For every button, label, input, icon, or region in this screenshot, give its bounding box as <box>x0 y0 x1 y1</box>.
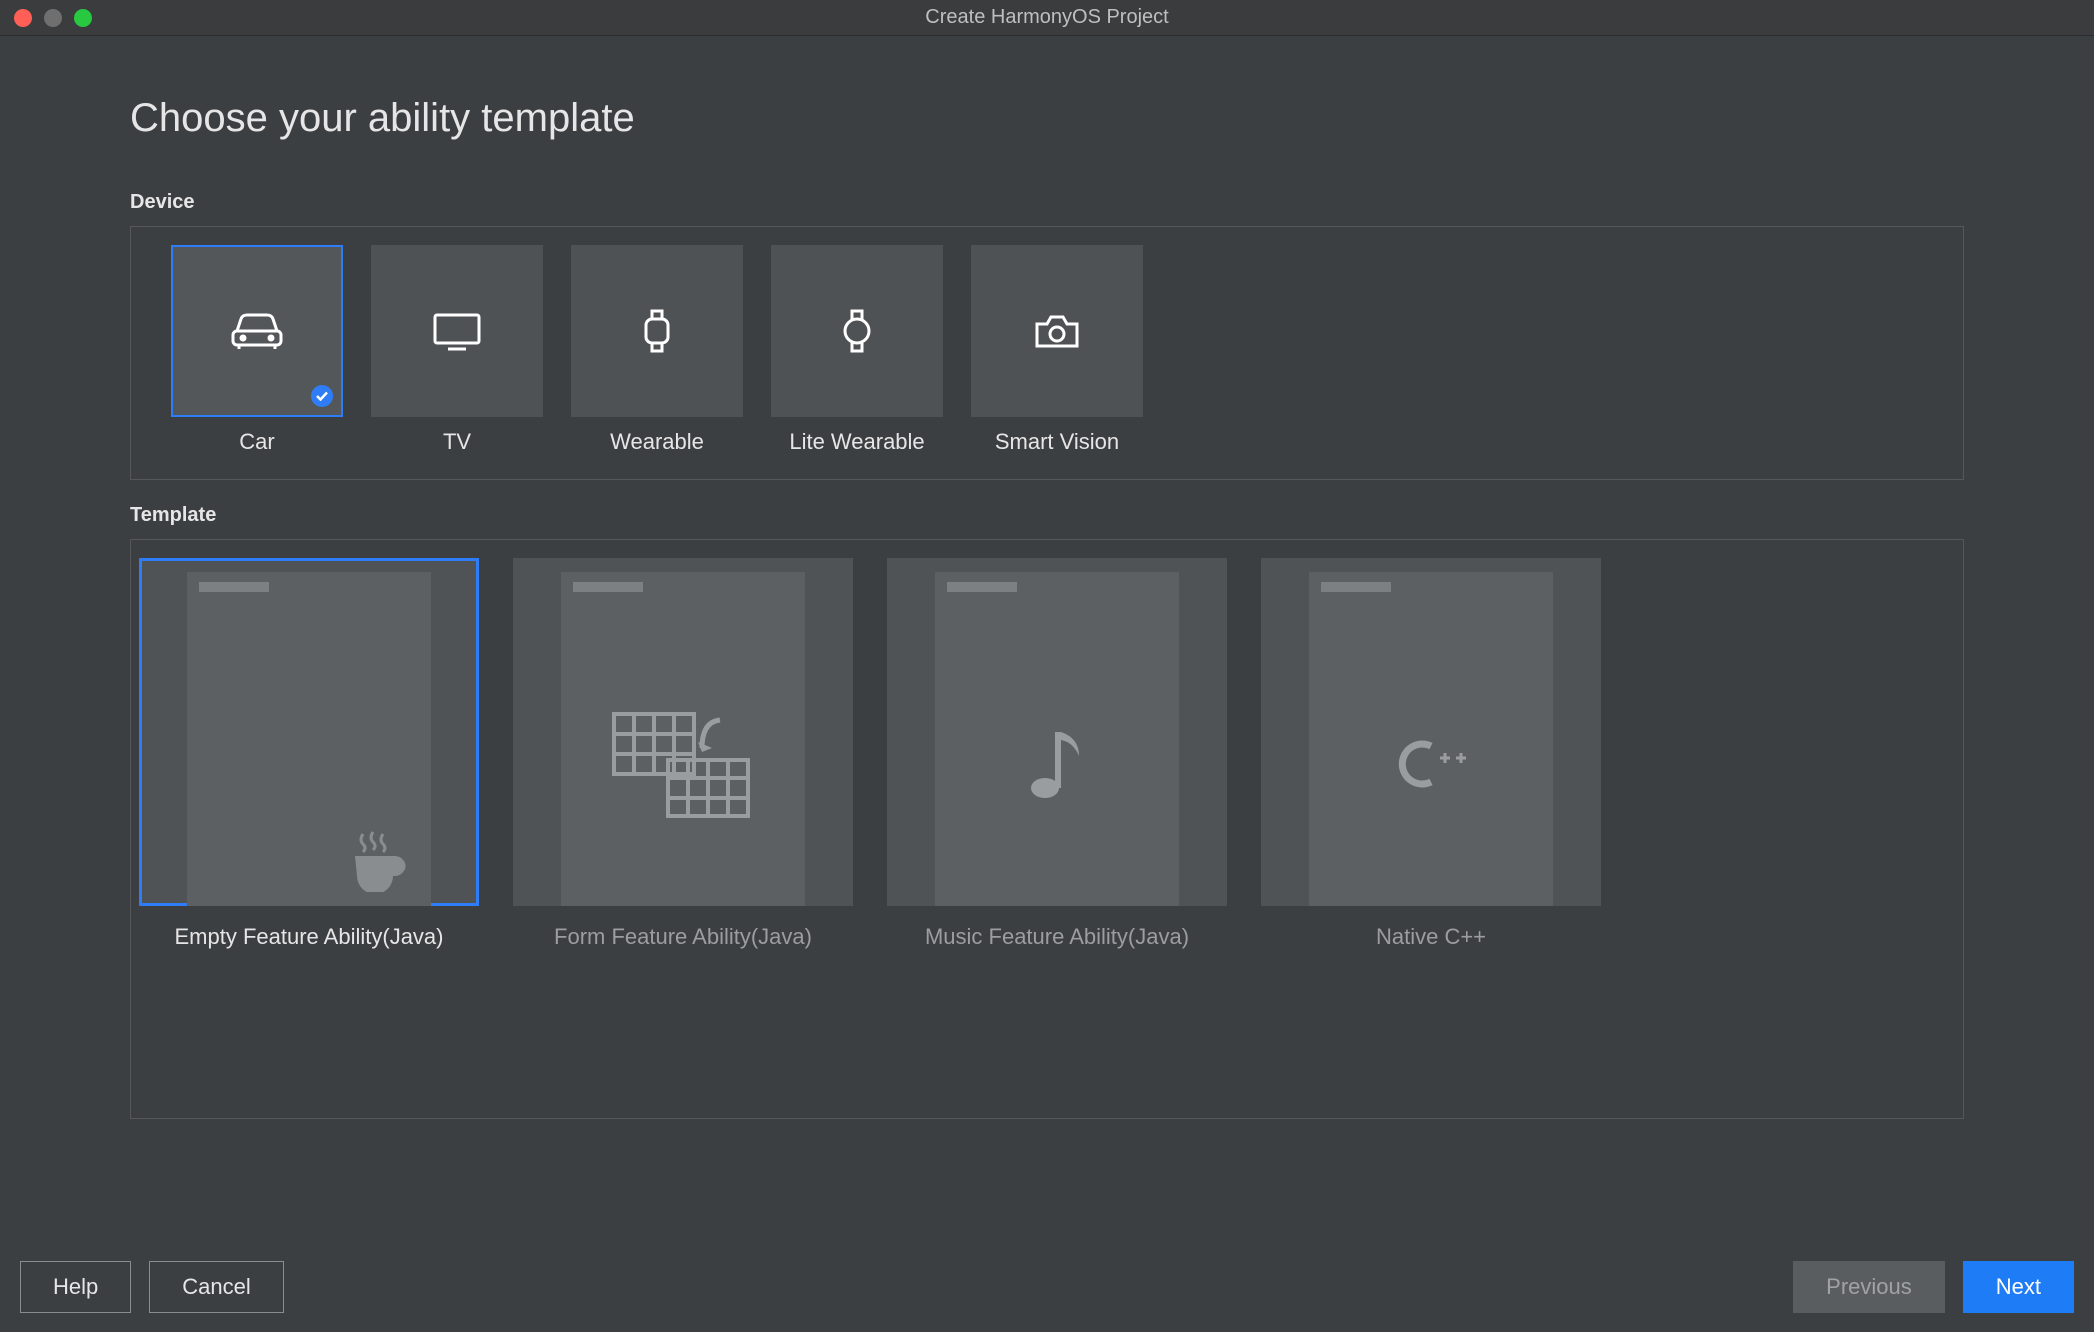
previous-button: Previous <box>1793 1261 1945 1313</box>
device-label-tv: TV <box>443 429 471 455</box>
device-item-smart-vision[interactable]: Smart Vision <box>971 245 1143 455</box>
template-thumbnail <box>561 572 805 906</box>
close-window-button[interactable] <box>14 9 32 27</box>
device-item-wearable[interactable]: Wearable <box>571 245 743 455</box>
lite-wearable-icon <box>840 307 874 355</box>
template-item-empty-feature-java[interactable]: Empty Feature Ability(Java) <box>139 558 479 950</box>
music-note-icon <box>935 622 1179 906</box>
thumbnail-topbar <box>1321 582 1391 592</box>
cancel-button[interactable]: Cancel <box>149 1261 283 1313</box>
device-row: Car TV <box>171 245 1923 455</box>
check-icon <box>311 385 333 407</box>
device-tile-tv <box>371 245 543 417</box>
thumbnail-topbar <box>947 582 1017 592</box>
device-label-lite-wearable: Lite Wearable <box>789 429 924 455</box>
template-label-cpp: Native C++ <box>1376 924 1486 950</box>
template-item-form-feature-java[interactable]: Form Feature Ability(Java) <box>513 558 853 950</box>
device-tile-car <box>171 245 343 417</box>
device-section-label: Device <box>130 191 1964 214</box>
tv-icon <box>432 311 482 351</box>
form-grid-icon <box>561 622 805 906</box>
template-section-label: Template <box>130 504 1964 527</box>
template-label-empty: Empty Feature Ability(Java) <box>175 924 444 950</box>
thumbnail-topbar <box>199 582 269 592</box>
maximize-window-button[interactable] <box>74 9 92 27</box>
minimize-window-button <box>44 9 62 27</box>
window-title: Create HarmonyOS Project <box>925 6 1168 29</box>
template-panel: Empty Feature Ability(Java) <box>130 539 1964 1119</box>
template-label-form: Form Feature Ability(Java) <box>554 924 812 950</box>
template-row: Empty Feature Ability(Java) <box>139 558 1955 950</box>
device-label-wearable: Wearable <box>610 429 704 455</box>
device-item-lite-wearable[interactable]: Lite Wearable <box>771 245 943 455</box>
template-thumbnail <box>935 572 1179 906</box>
template-thumbnail <box>1309 572 1553 906</box>
template-item-music-feature-java[interactable]: Music Feature Ability(Java) <box>887 558 1227 950</box>
device-item-tv[interactable]: TV <box>371 245 543 455</box>
dialog-content: Choose your ability template Device <box>0 36 2094 1242</box>
dialog-window: Create HarmonyOS Project Choose your abi… <box>0 0 2094 1332</box>
device-item-car[interactable]: Car <box>171 245 343 455</box>
car-icon <box>229 311 285 351</box>
device-panel: Car TV <box>130 226 1964 480</box>
device-tile-lite-wearable <box>771 245 943 417</box>
device-label-car: Car <box>239 429 274 455</box>
device-label-smart-vision: Smart Vision <box>995 429 1119 455</box>
template-tile-music <box>887 558 1227 906</box>
help-button[interactable]: Help <box>20 1261 131 1313</box>
template-tile-cpp <box>1261 558 1601 906</box>
template-thumbnail <box>187 572 431 906</box>
titlebar: Create HarmonyOS Project <box>0 0 2094 36</box>
dialog-footer: Help Cancel Previous Next <box>0 1242 2094 1332</box>
coffee-cup-icon <box>187 622 431 906</box>
template-item-native-cpp[interactable]: Native C++ <box>1261 558 1601 950</box>
camera-icon <box>1033 312 1081 350</box>
device-tile-smart-vision <box>971 245 1143 417</box>
template-tile-empty <box>139 558 479 906</box>
template-tile-form <box>513 558 853 906</box>
traffic-lights <box>14 9 92 27</box>
thumbnail-topbar <box>573 582 643 592</box>
wearable-icon <box>640 307 674 355</box>
device-tile-wearable <box>571 245 743 417</box>
template-label-music: Music Feature Ability(Java) <box>925 924 1189 950</box>
cpp-icon <box>1309 622 1553 906</box>
page-title: Choose your ability template <box>130 96 1964 141</box>
next-button[interactable]: Next <box>1963 1261 2074 1313</box>
